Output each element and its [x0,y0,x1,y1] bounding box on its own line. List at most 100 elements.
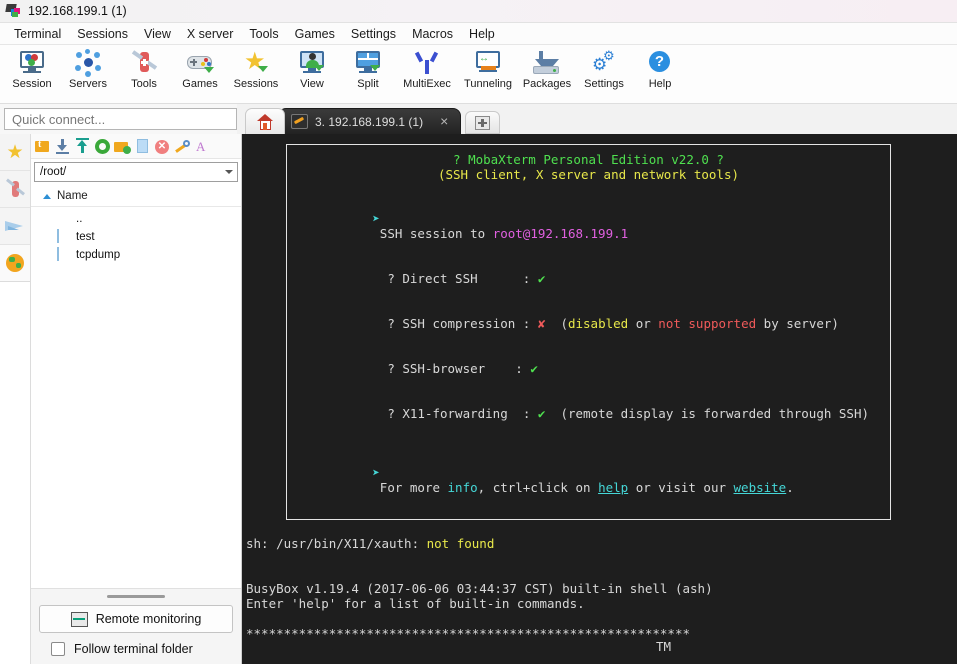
terminal-line-enterhelp: Enter 'help' for a list of built-in comm… [246,596,585,611]
toolbar-label: Sessions [233,78,279,90]
monitor-graph-icon [70,611,88,627]
panel-resize-grip[interactable] [107,595,165,598]
toolbar-session-button[interactable]: Session [4,49,60,90]
file-name: tcpdump [76,249,121,261]
toolbar-split-button[interactable]: Split [340,49,396,90]
sftp-column-header[interactable]: Name [31,186,241,207]
note-disabled: disabled [567,316,629,331]
remote-monitoring-button[interactable]: Remote monitoring [39,605,233,633]
menu-games[interactable]: Games [287,25,343,43]
permissions-key-icon[interactable] [174,138,191,155]
terminal-line-busybox: BusyBox v1.19.4 (2017-06-06 03:44:37 CST… [246,581,713,596]
banner-footer-line: ➤ For more info, ctrl+click on help or v… [297,450,880,510]
banner-row-ssh-browser: ? SSH-browser : ✔ [297,346,880,391]
sftp-path-input[interactable]: /root/ [34,162,238,182]
refresh-icon[interactable] [94,138,111,155]
menu-terminal[interactable]: Terminal [6,25,69,43]
rail-globe[interactable] [0,245,30,281]
tab-home[interactable] [245,108,285,134]
toolbar-settings-button[interactable]: ⚙ ⚙ Settings [576,49,632,90]
sftp-toolbar: t ✕ A [31,134,241,159]
art-line-1: __ __ _ _ __ _ _ _ _ [246,652,608,664]
banner-subtitle: (SSH client, X server and network tools) [437,167,740,182]
toolbar-label: Servers [69,78,107,90]
tab-strip: 3. 192.168.199.1 (1) × [237,104,957,134]
new-tab-button[interactable] [465,111,501,134]
terminal-output[interactable]: ? MobaXterm Personal Edition v22.0 ? (SS… [242,134,957,664]
toolbar-label: Packages [522,78,572,90]
toolbar-sessions-button[interactable]: ★ Sessions [228,49,284,91]
toolbar-label: Session [12,78,52,90]
quick-connect-input[interactable]: Quick connect... [4,108,237,130]
new-file-icon[interactable] [134,138,151,155]
toolbar-view-button[interactable]: View [284,49,340,90]
toolbar-tools-button[interactable]: Tools [116,49,172,90]
follow-terminal-folder-checkbox[interactable] [51,642,65,656]
list-item[interactable]: test [31,228,241,246]
new-folder-icon[interactable] [114,138,131,155]
menu-tools[interactable]: Tools [241,25,286,43]
toolbar-servers-button[interactable]: Servers [60,49,116,90]
row-label: ? X11-forwarding [387,406,508,421]
delete-icon[interactable]: ✕ [154,138,171,155]
bullet-icon: ➤ [372,465,380,480]
chevron-down-icon[interactable] [225,170,233,174]
packages-icon [532,49,562,77]
menu-view[interactable]: View [136,25,179,43]
follow-terminal-folder-row[interactable]: Follow terminal folder [39,633,233,656]
row-sep: : [522,316,538,331]
title-bar: 192.168.199.1 (1) [0,0,957,23]
file-icon [57,229,70,244]
menu-settings[interactable]: Settings [343,25,404,43]
upload-icon[interactable] [74,137,91,155]
sessions-star-icon: ★ [241,49,271,77]
menu-macros[interactable]: Macros [404,25,461,43]
list-item[interactable]: tcpdump [31,246,241,264]
tab-close-icon[interactable]: × [430,114,454,130]
follow-terminal-folder-label: Follow terminal folder [74,642,193,656]
row-pad [478,271,523,286]
toolbar-label: MultiExec [403,78,451,90]
toolbar-tunneling-button[interactable]: ↔ Tunneling [458,49,518,90]
toolbar-help-button[interactable]: ? Help [632,49,688,90]
toolbar-label: View [300,78,324,90]
tab-label: 3. 192.168.199.1 (1) [315,114,424,129]
rail-favorites[interactable]: ★ [0,134,30,171]
mobaxterm-logo-icon [5,4,21,18]
row-pad [508,406,523,421]
favorites-star-icon: ★ [6,141,24,163]
link-info[interactable]: info [448,480,478,495]
banner-title-line: ? MobaXterm Personal Edition v22.0 ? [297,152,880,167]
toolbar-packages-button[interactable]: Packages [518,49,576,90]
remote-monitoring-label: Remote monitoring [95,612,202,626]
menu-sessions[interactable]: Sessions [69,25,136,43]
folder-up-icon [57,212,70,226]
rail-send[interactable] [0,208,30,245]
banner-row-x11-forwarding: ? X11-forwarding : ✔ (remote display is … [297,391,880,436]
toolbar-games-button[interactable]: Games [172,49,228,90]
download-icon[interactable] [54,138,71,155]
banner-row-direct-ssh: ? Direct SSH : ✔ [297,256,880,301]
servers-icon [73,49,103,77]
list-item[interactable]: .. [31,210,241,228]
footer-a: For more [379,480,448,495]
settings-gear-icon: ⚙ ⚙ [592,48,615,74]
tunneling-icon: ↔ [473,49,503,77]
parent-folder-icon[interactable]: t [34,138,51,155]
menu-help[interactable]: Help [461,25,503,43]
footer-c: or visit our [628,480,734,495]
menu-x-server[interactable]: X server [179,25,242,43]
left-rail: ★ [0,134,31,664]
mobaxterm-window: 192.168.199.1 (1) Terminal Sessions View… [0,0,957,664]
link-help[interactable]: help [598,480,628,495]
main-toolbar: Session Servers Tools Games ★ Sessions V… [0,45,957,104]
toolbar-multiexec-button[interactable]: MultiExec [396,49,458,90]
session-icon [17,49,47,77]
rail-tools[interactable] [0,171,30,208]
terminal-line-stars-top: ****************************************… [246,626,691,641]
tab-session-1[interactable]: 3. 192.168.199.1 (1) × [278,108,462,134]
xauth-status: not found [426,536,495,551]
games-icon [185,49,215,77]
link-website[interactable]: website [734,480,787,495]
text-mode-icon[interactable]: A [194,138,211,155]
